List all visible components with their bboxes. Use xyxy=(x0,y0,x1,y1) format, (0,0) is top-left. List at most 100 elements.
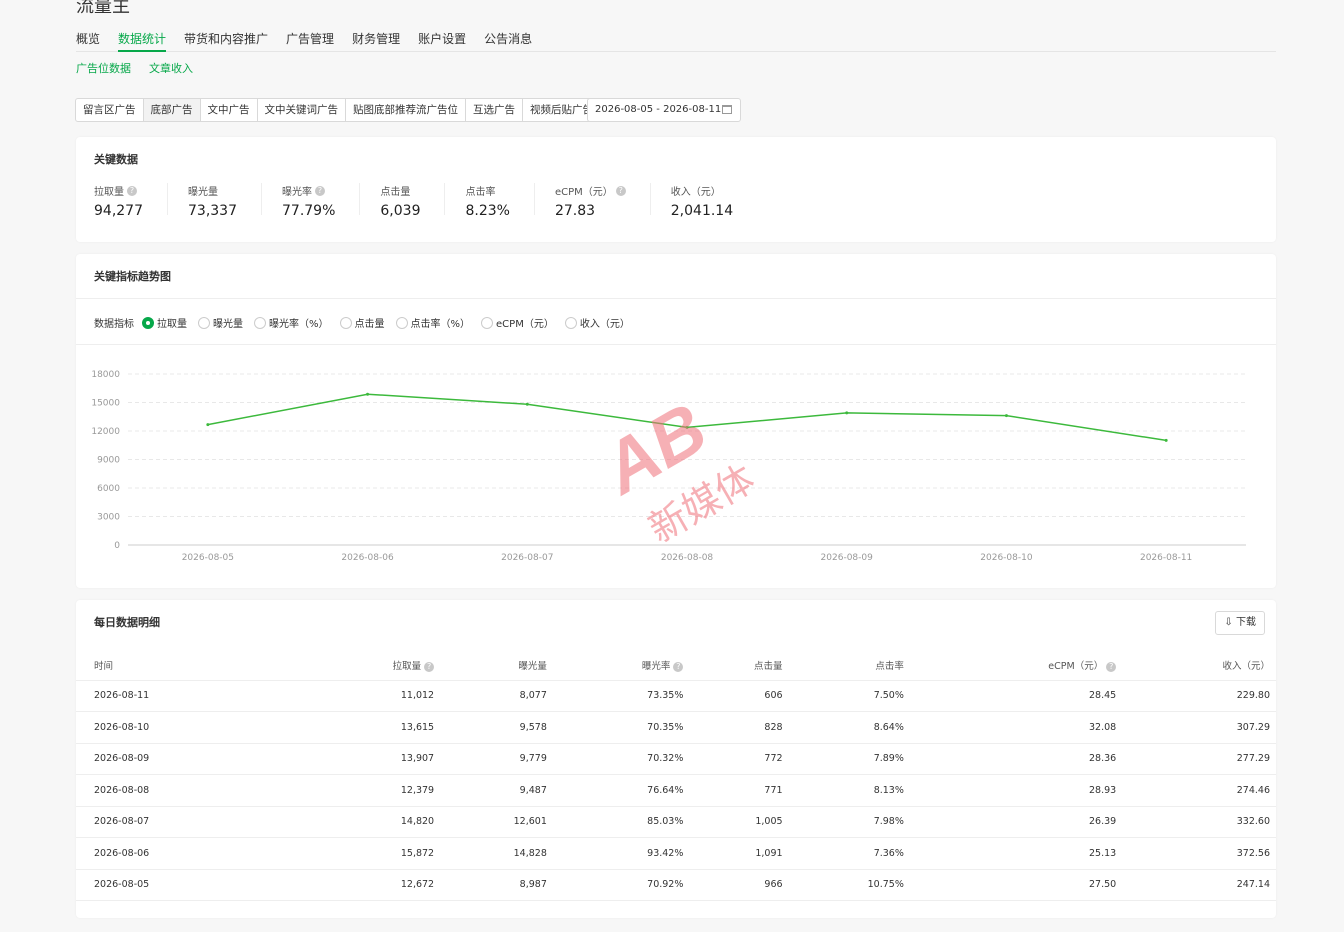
kpi-label-row: 点击量 xyxy=(380,183,420,198)
nav-tab[interactable]: 账户设置 xyxy=(418,30,466,52)
table-cell: 26.39 xyxy=(909,806,1123,838)
ad-type-tab[interactable]: 互选广告 xyxy=(466,99,523,121)
metric-radio[interactable]: eCPM（元） xyxy=(481,315,554,330)
table-row: 2026-08-09 13,907 9,779 70.32% 772 7.89% 28.36… xyxy=(76,743,1276,775)
table-row: 2026-08-05 12,672 8,987 70.92% 966 10.75% 27.5… xyxy=(76,869,1276,901)
data-point[interactable] xyxy=(525,402,529,406)
table-header-label: 曝光率 xyxy=(641,660,671,672)
table-cell: 372.56 xyxy=(1122,837,1276,870)
metric-radio[interactable]: 曝光率（%） xyxy=(254,315,329,330)
data-point[interactable] xyxy=(206,423,210,427)
metric-radio-label: 点击率（%） xyxy=(410,319,471,330)
table-cell: 27.50 xyxy=(909,869,1123,901)
table-cell: 2026-08-05 xyxy=(76,869,304,901)
metric-radio-label: eCPM（元） xyxy=(496,319,554,330)
help-icon[interactable]: ? xyxy=(315,185,325,196)
radio-icon xyxy=(198,316,210,329)
nav-tab[interactable]: 概览 xyxy=(76,30,100,52)
table-cell: 7.89% xyxy=(788,743,910,775)
x-tick-label: 2026-08-07 xyxy=(501,553,553,563)
table-cell: 2026-08-07 xyxy=(76,806,304,838)
table-header: 点击量 xyxy=(689,650,789,681)
table-row: 2026-08-07 14,820 12,601 85.03% 1,005 7.98% 26… xyxy=(76,806,1276,838)
sub-tab[interactable]: 广告位数据 xyxy=(76,60,131,76)
table-row: 2026-08-06 15,872 14,828 93.42% 1,091 7.36% 25… xyxy=(76,837,1276,870)
key-data-title: 关键数据 xyxy=(94,153,138,166)
table-cell: 7.50% xyxy=(788,680,910,712)
y-tick-label: 3000 xyxy=(97,513,120,523)
table-header-label: 收入（元） xyxy=(1222,660,1270,672)
table-cell: 771 xyxy=(689,774,789,807)
kpi-label-row: 点击率 xyxy=(465,183,509,198)
y-tick-label: 18000 xyxy=(91,370,120,380)
table-row: 2026-08-10 13,615 9,578 70.35% 828 8.64% 32.08… xyxy=(76,711,1276,744)
table-header: 收入（元） xyxy=(1122,650,1276,681)
help-icon[interactable]: ? xyxy=(673,661,684,672)
y-tick-label: 15000 xyxy=(91,399,120,409)
table-header: 拉取量? xyxy=(303,650,441,681)
data-point[interactable] xyxy=(685,425,689,429)
data-point[interactable] xyxy=(1164,438,1168,442)
data-point[interactable] xyxy=(366,392,370,396)
kpi-label: 点击量 xyxy=(380,187,411,198)
ad-type-tabs: 留言区广告 底部广告 文中广告 文中关键词广告 贴图底部推荐流广告位 互选广告 视频后贴广告 xyxy=(75,98,601,122)
table-row: 2026-08-08 12,379 9,487 76.64% 771 8.13% 28.93… xyxy=(76,774,1276,807)
metric-radio[interactable]: 点击率（%） xyxy=(395,315,471,330)
table-header: 曝光率? xyxy=(552,650,690,681)
table-cell: 606 xyxy=(689,680,789,712)
metric-radio[interactable]: 曝光量 xyxy=(198,315,243,330)
main-nav: 概览 数据统计 带货和内容推广 广告管理 财务管理 账户设置 公告消息 xyxy=(76,30,1276,52)
download-button[interactable]: ⇩ 下载 xyxy=(1215,611,1265,635)
help-icon[interactable]: ? xyxy=(424,661,435,672)
radio-icon xyxy=(254,316,266,329)
kpi-item: 曝光量 73,337 xyxy=(188,183,262,219)
data-point[interactable] xyxy=(845,411,849,415)
table-cell: 229.80 xyxy=(1122,680,1276,712)
kpi-item: 点击量 6,039 xyxy=(380,183,446,219)
ad-type-tab[interactable]: 底部广告 xyxy=(143,99,201,121)
ad-type-tab[interactable]: 贴图底部推荐流广告位 xyxy=(346,99,466,121)
metric-radio[interactable]: 点击量 xyxy=(339,315,385,330)
kpi-label: eCPM（元） xyxy=(554,187,613,198)
radio-icon xyxy=(395,316,408,329)
calendar-icon xyxy=(722,105,732,114)
ad-type-tab[interactable]: 文中广告 xyxy=(201,99,258,121)
table-header: 时间 xyxy=(76,650,304,681)
nav-tab[interactable]: 数据统计 xyxy=(118,30,167,52)
table-cell: 12,601 xyxy=(440,806,553,838)
help-icon[interactable]: ? xyxy=(127,185,137,196)
kpi-value: 73,337 xyxy=(188,203,237,219)
y-tick-label: 6000 xyxy=(97,484,120,494)
metric-selector: 数据指标 拉取量 曝光量 曝光率（%） 点击量 点击率（%） eCPM（元） 收入（元） xyxy=(94,315,641,330)
table-cell: 25.13 xyxy=(909,837,1123,870)
table-cell: 332.60 xyxy=(1122,806,1276,838)
table-cell: 2026-08-08 xyxy=(76,774,304,807)
data-point[interactable] xyxy=(1004,414,1008,418)
download-label: 下载 xyxy=(1236,617,1256,628)
nav-tab[interactable]: 带货和内容推广 xyxy=(184,30,268,52)
metric-radio[interactable]: 收入（元） xyxy=(564,315,630,330)
kpi-value: 6,039 xyxy=(380,203,421,219)
ad-type-tab[interactable]: 留言区广告 xyxy=(76,99,144,121)
table-cell: 70.35% xyxy=(552,711,690,744)
metric-radio[interactable]: 拉取量 xyxy=(142,315,187,330)
help-icon[interactable]: ? xyxy=(1106,661,1117,672)
date-range-picker[interactable]: 2026-08-05 - 2026-08-11 xyxy=(587,98,741,122)
table-cell: 73.35% xyxy=(552,680,690,712)
sub-tab[interactable]: 文章收入 xyxy=(149,60,193,76)
radio-icon xyxy=(339,316,352,329)
table-cell: 85.03% xyxy=(552,806,690,838)
kpi-item: 收入（元） 2,041.14 xyxy=(671,183,757,219)
kpi-item: 曝光率? 77.79% xyxy=(282,183,361,219)
table-cell: 307.29 xyxy=(1122,711,1276,744)
table-cell: 9,779 xyxy=(440,743,553,775)
nav-tab[interactable]: 公告消息 xyxy=(484,30,532,52)
daily-title: 每日数据明细 xyxy=(94,616,160,629)
ad-type-tab[interactable]: 文中关键词广告 xyxy=(258,99,346,121)
table-cell: 70.32% xyxy=(552,743,690,775)
divider xyxy=(76,298,1276,299)
nav-tab[interactable]: 广告管理 xyxy=(286,30,334,52)
table-cell: 8,987 xyxy=(440,869,553,901)
help-icon[interactable]: ? xyxy=(615,185,626,196)
nav-tab[interactable]: 财务管理 xyxy=(352,30,400,52)
